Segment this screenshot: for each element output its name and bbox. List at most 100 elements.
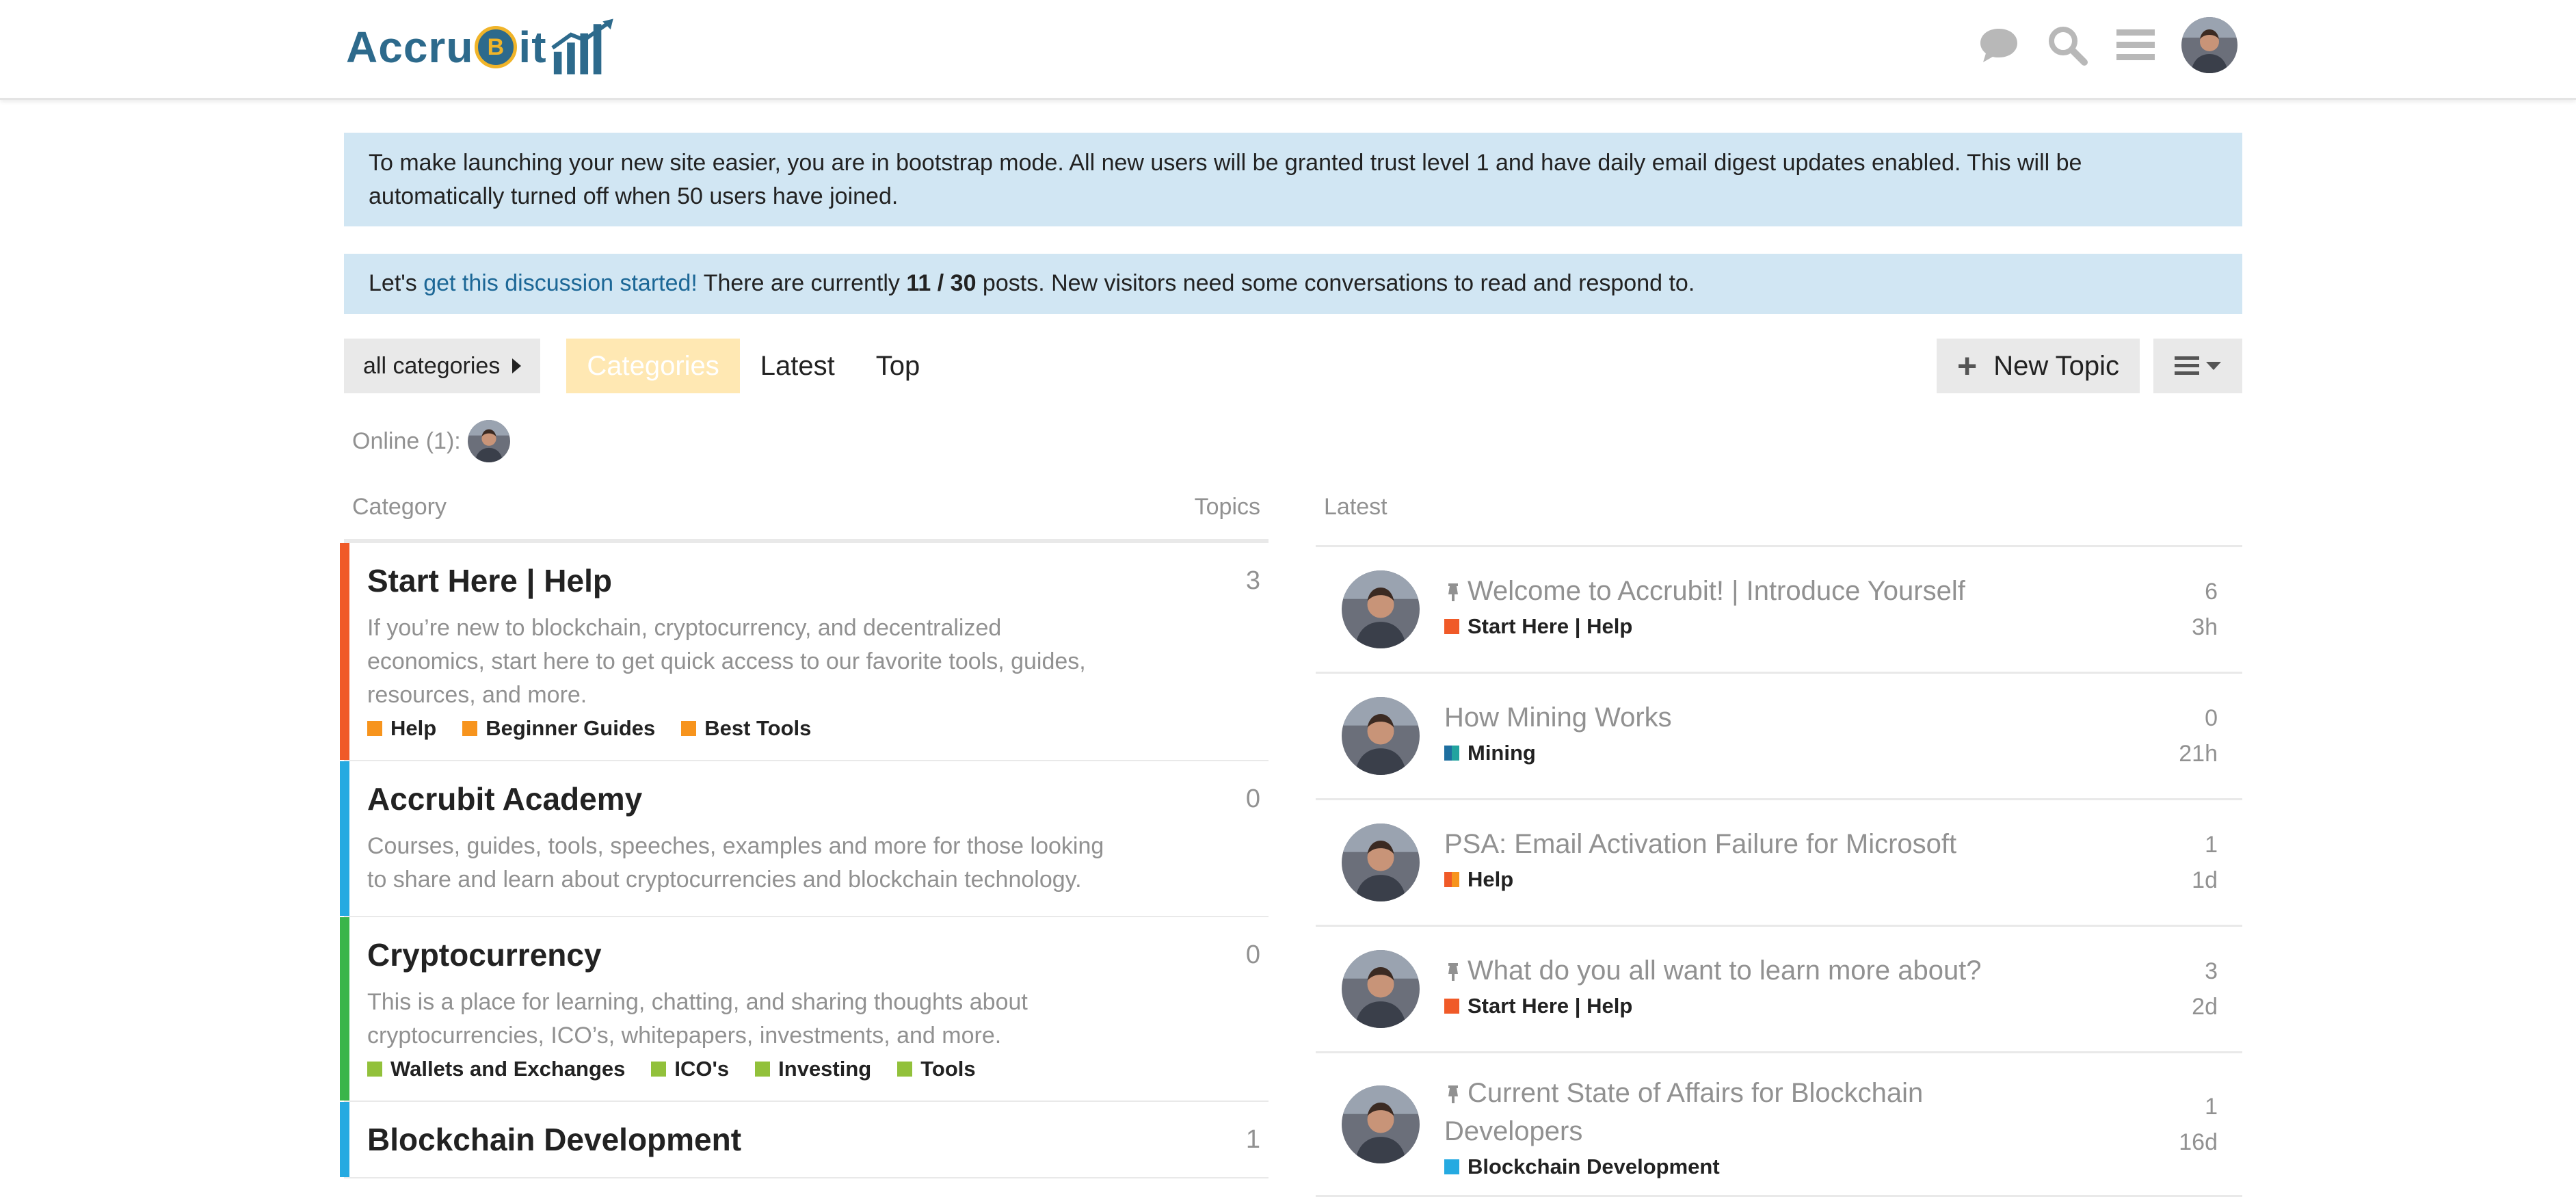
poster-avatar[interactable] (1342, 950, 1420, 1028)
category-color-bar (340, 917, 349, 1101)
topic-category-badge[interactable]: Help (1444, 867, 2060, 892)
subcategory-label: Beginner Guides (486, 716, 656, 740)
subcategory-help[interactable]: Help (367, 716, 436, 741)
subcategory-beginner-guides[interactable]: Beginner Guides (462, 716, 655, 741)
topic-body: What do you all want to learn more about… (1444, 951, 2060, 1018)
online-user-avatar[interactable] (467, 420, 510, 462)
category-color-bar (340, 1102, 349, 1177)
caret-down-icon (2206, 362, 2221, 370)
discussion-prefix: Let's (369, 270, 424, 296)
navigation-menu-button[interactable] (2153, 339, 2242, 393)
subcategory-tools[interactable]: Tools (897, 1057, 976, 1081)
search-icon[interactable] (2045, 23, 2090, 68)
topic-category-badge[interactable]: Start Here | Help (1444, 994, 2060, 1018)
activity-age[interactable]: 16d (2179, 1124, 2218, 1160)
category-color-swatch (1444, 746, 1459, 761)
subcategory-color-swatch (755, 1062, 771, 1077)
user-avatar[interactable] (2181, 17, 2238, 73)
subcategory-wallets-and-exchanges[interactable]: Wallets and Exchanges (367, 1057, 625, 1081)
topic-meta: 1 1d (2192, 827, 2218, 898)
topic-meta: 1 16d (2179, 1089, 2218, 1160)
activity-age[interactable]: 1d (2192, 862, 2218, 898)
new-topic-button[interactable]: + New Topic (1937, 339, 2140, 393)
category-color-bar (340, 761, 349, 916)
navigation-bar: all categories Categories Latest Top + N… (344, 339, 2242, 393)
chat-icon[interactable] (1976, 23, 2021, 68)
category-title[interactable]: Accrubit Academy (367, 780, 1260, 817)
subcategory-label: Wallets and Exchanges (390, 1057, 626, 1081)
activity-age[interactable]: 2d (2192, 989, 2218, 1025)
discussion-middle: There are currently (697, 270, 907, 296)
plus-icon: + (1957, 347, 1978, 385)
category-color-bar (340, 543, 349, 760)
poster-avatar[interactable] (1342, 824, 1420, 901)
poster-avatar[interactable] (1342, 697, 1420, 775)
subcategory-list: Wallets and Exchanges ICO's Investing To… (367, 1057, 1260, 1081)
subcategory-label: Investing (778, 1057, 872, 1081)
reply-count: 6 (2205, 579, 2218, 605)
topic-title: How Mining Works (1444, 702, 1672, 733)
category-color-swatch (1444, 619, 1459, 634)
topic-category-label: Mining (1468, 741, 1536, 765)
topic-count: 3 (1245, 566, 1260, 595)
caret-right-icon (512, 358, 522, 373)
topic-link[interactable]: PSA: Email Activation Failure for Micros… (1444, 825, 2060, 863)
topic-category-badge[interactable]: Start Here | Help (1444, 614, 2060, 639)
category-row-start-here: Start Here | Help 3 If you’re new to blo… (340, 543, 1269, 761)
subcategory-label: Tools (920, 1057, 976, 1081)
subcategory-icos[interactable]: ICO's (651, 1057, 729, 1081)
topic-link[interactable]: Welcome to Accrubit! | Introduce Yoursel… (1444, 572, 2060, 610)
tab-latest[interactable]: Latest (740, 339, 855, 393)
online-users: Online (1): (352, 420, 510, 462)
poster-avatar[interactable] (1342, 1085, 1420, 1163)
topic-category-label: Start Here | Help (1468, 614, 1633, 638)
category-title[interactable]: Blockchain Development (367, 1121, 1260, 1158)
accrubit-logo[interactable]: Accru B it (346, 10, 617, 85)
activity-age[interactable]: 21h (2179, 736, 2218, 772)
online-label: Online (1): (352, 427, 461, 454)
subcategory-list: Help Beginner Guides Best Tools (367, 716, 1260, 741)
subcategory-color-swatch (462, 721, 478, 736)
topic-category-label: Start Here | Help (1468, 994, 1633, 1018)
logo-text-right: it (518, 23, 547, 72)
hamburger-menu-icon[interactable] (2113, 23, 2158, 68)
logo-text-left: Accru (346, 23, 474, 72)
category-description: This is a place for learning, chatting, … (367, 989, 1028, 1049)
subcategory-investing[interactable]: Investing (755, 1057, 871, 1081)
topic-count: 0 (1245, 940, 1260, 969)
reply-count: 3 (2205, 958, 2218, 984)
category-row-cryptocurrency: Cryptocurrency 0 This is a place for lea… (340, 917, 1269, 1102)
bootstrap-mode-notice: To make launching your new site easier, … (344, 133, 2242, 226)
logo-wordmark: Accru B it (346, 22, 547, 73)
pin-icon (1448, 1085, 1458, 1104)
poster-avatar[interactable] (1342, 570, 1420, 648)
latest-header: Latest (1316, 494, 2242, 547)
topic-category-badge[interactable]: Mining (1444, 741, 2060, 765)
category-row-accrubit-academy: Accrubit Academy 0 Courses, guides, tool… (340, 761, 1269, 917)
get-discussion-started-link[interactable]: get this discussion started! (423, 270, 698, 296)
subcategory-color-swatch (367, 721, 382, 736)
discussion-notice: Let's get this discussion started! There… (344, 254, 2242, 314)
subcategory-color-swatch (367, 1062, 382, 1077)
topic-meta: 6 3h (2192, 574, 2218, 645)
subcategory-best-tools[interactable]: Best Tools (681, 716, 811, 741)
topic-link[interactable]: Current State of Affairs for Blockchain … (1444, 1074, 2060, 1150)
topic-meta: 0 21h (2179, 700, 2218, 772)
categories-list: Category Topics Start Here | Help 3 If y… (340, 494, 1269, 1178)
tab-top[interactable]: Top (855, 339, 941, 393)
category-dropdown[interactable]: all categories (344, 339, 541, 393)
latest-topic-row: Current State of Affairs for Blockchain … (1316, 1053, 2242, 1197)
topic-title: Welcome to Accrubit! | Introduce Yoursel… (1468, 576, 1965, 606)
category-title[interactable]: Start Here | Help (367, 562, 1260, 599)
bitcoin-coin-icon: B (475, 26, 518, 68)
topic-link[interactable]: How Mining Works (1444, 698, 2060, 737)
activity-age[interactable]: 3h (2192, 609, 2218, 645)
topic-link[interactable]: What do you all want to learn more about… (1444, 951, 2060, 990)
topic-category-badge[interactable]: Blockchain Development (1444, 1155, 2060, 1179)
category-title[interactable]: Cryptocurrency (367, 936, 1260, 973)
tab-categories[interactable]: Categories (566, 339, 740, 393)
topic-count: 0 (1245, 785, 1260, 813)
subcategory-label: ICO's (674, 1057, 730, 1081)
pin-icon (1448, 963, 1458, 981)
topic-title: Current State of Affairs for Blockchain … (1444, 1078, 1924, 1146)
